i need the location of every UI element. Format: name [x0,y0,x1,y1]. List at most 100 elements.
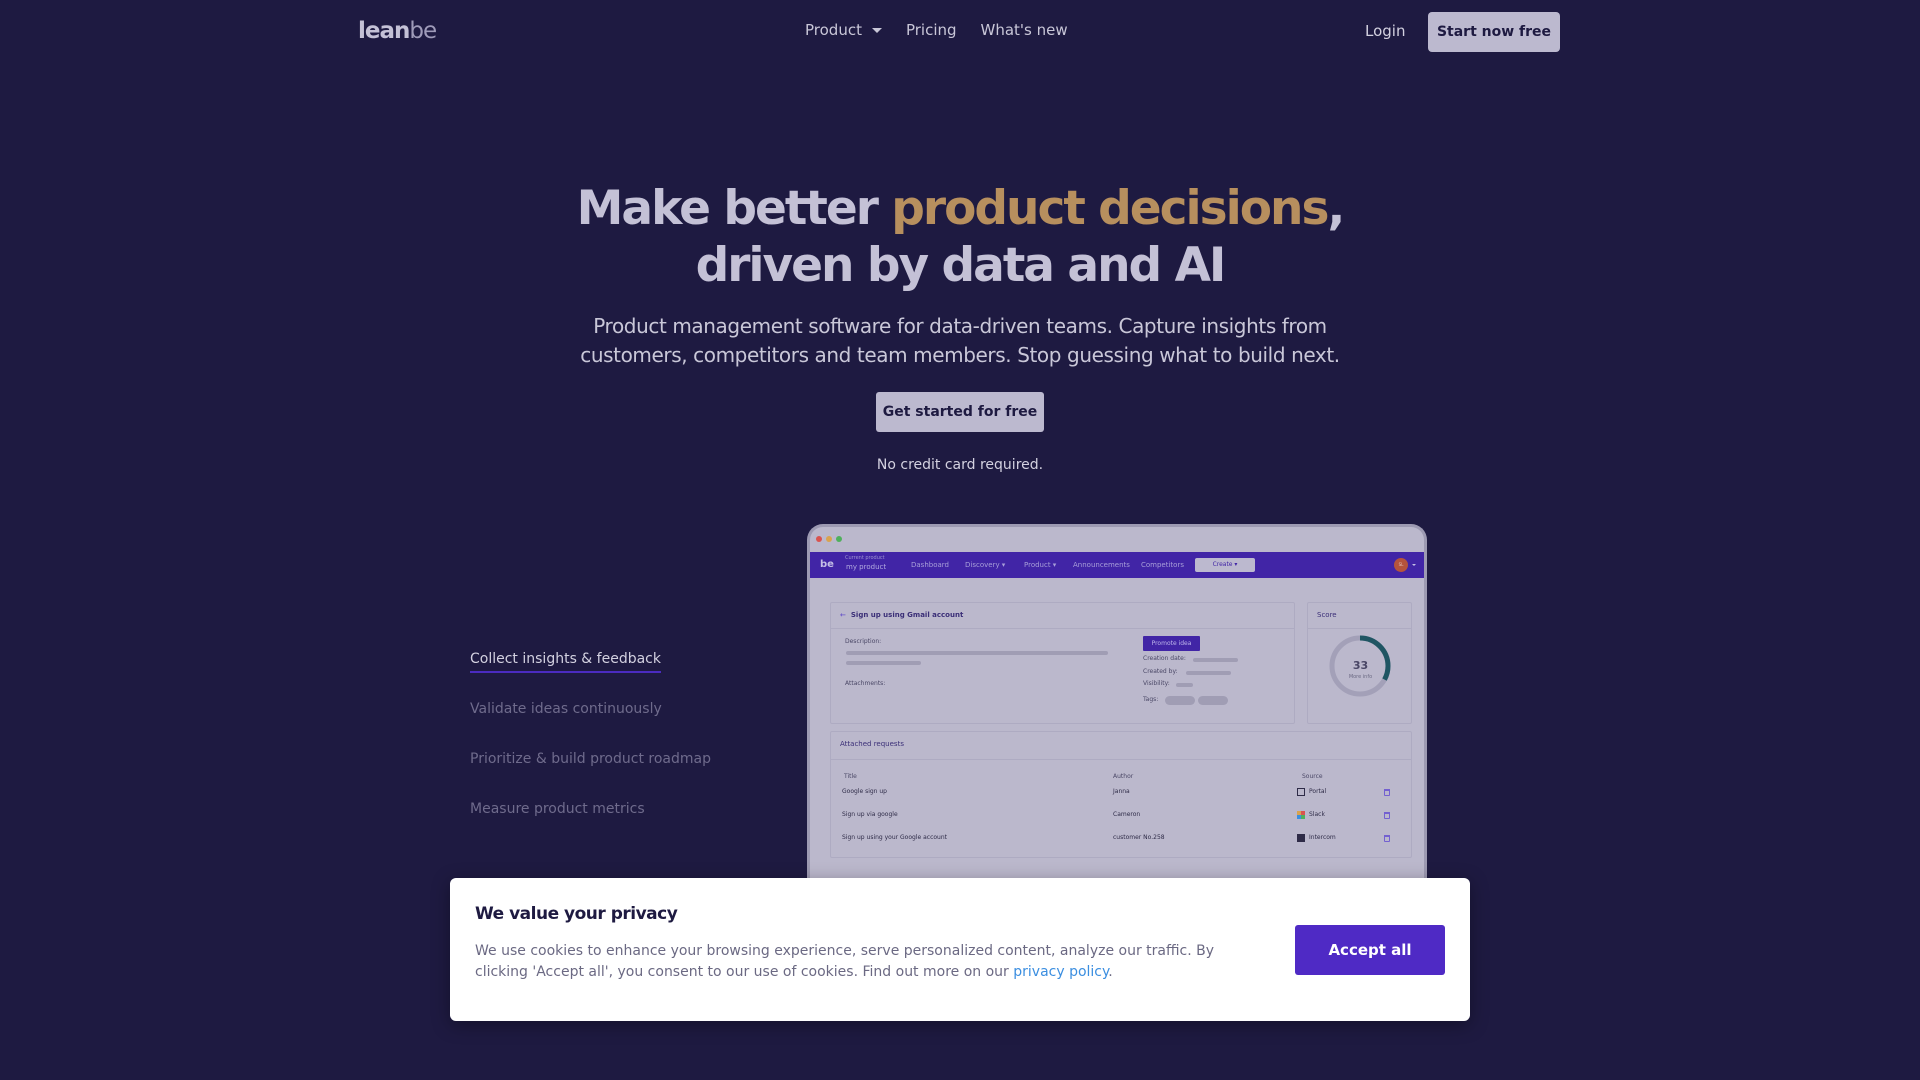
skeleton-line [1186,671,1231,675]
chevron-down-icon [871,27,882,33]
nav-pricing-label: Pricing [905,21,957,39]
leanbe-logo[interactable]: leanbe [358,18,437,44]
nav-whats-new-label: What's new [980,21,1068,39]
mock-promote-idea-button: Promote idea [1143,636,1200,651]
privacy-policy-link[interactable]: privacy policy [1013,964,1108,980]
tab-measure-metrics[interactable]: Measure product metrics [470,801,711,851]
mock-row-author: customer No.258 [1113,834,1165,841]
hero-title: Make better product decisions, driven by… [0,180,1920,294]
mock-score-card: Score 33 More info [1307,602,1412,724]
nav-whats-new[interactable]: What's new [981,21,1068,39]
chevron-down-icon [1412,564,1416,566]
mock-score-title: Score [1308,603,1411,629]
mock-description-label: Description: [845,638,882,645]
mock-menu-announcements: Announcements [1073,561,1130,569]
mock-row-source: Portal [1309,788,1327,795]
skeleton-line [1193,658,1238,662]
cookie-text: We use cookies to enhance your browsing … [475,941,1255,983]
skeleton-line [1176,683,1193,687]
mock-requests-card: Attached requests Title Author Source Go… [830,731,1412,858]
mock-app-logo: be [820,559,834,570]
skeleton-line [846,661,921,665]
nav-product[interactable]: Product [805,21,882,39]
window-controls [816,536,842,542]
back-arrow-icon: ← [840,611,846,619]
top-nav: leanbe Product Pricing What's new Login … [0,0,1920,64]
logo-text-accent: be [409,18,437,44]
logo-text-main: lean [358,18,410,44]
mock-created-by-label: Created by: [1143,668,1178,675]
accept-all-button[interactable]: Accept all [1295,925,1445,975]
mock-row-source: Slack [1309,811,1325,818]
mock-row-title: Google sign up [842,788,887,795]
mock-col-title: Title [844,773,857,780]
tab-prioritize-roadmap[interactable]: Prioritize & build product roadmap [470,751,711,801]
mock-requests-title: Attached requests [831,732,1411,760]
mock-current-product-value: my product [846,563,887,571]
hero-title-comma: , [1327,181,1345,236]
mock-row-title: Sign up via google [842,811,898,818]
tab-label: Validate ideas continuously [470,701,662,717]
skeleton-tag [1198,696,1228,705]
mock-row-author: Janna [1113,788,1130,795]
slack-icon [1297,811,1305,819]
product-screenshot-mock: be Current product my product Dashboard … [807,524,1427,884]
mock-visibility-label: Visibility: [1143,680,1170,687]
mock-app-navbar: be Current product my product Dashboard … [810,552,1424,578]
portal-icon [1297,788,1305,796]
cookie-text-end: . [1108,964,1113,980]
tab-label: Measure product metrics [470,801,645,817]
hero-subtitle-line1: Product management software for data-dri… [593,314,1327,338]
trash-icon [1384,789,1390,796]
tab-validate-ideas[interactable]: Validate ideas continuously [470,701,711,751]
mock-avatar: SL [1394,558,1408,572]
mock-col-author: Author [1113,773,1134,780]
cookie-banner: We value your privacy We use cookies to … [450,878,1470,1021]
minimize-dot-icon [826,536,832,542]
mock-menu-competitors: Competitors [1141,561,1184,569]
hero-subtitle: Product management software for data-dri… [0,312,1920,370]
mock-creation-date-label: Creation date: [1143,655,1186,662]
hero-title-line2: driven by data and AI [695,238,1227,293]
mock-menu-dashboard: Dashboard [911,561,949,569]
mock-tags-label: Tags: [1143,696,1159,703]
mock-score-value: 33 [1352,659,1369,672]
mock-idea-header: ← Sign up using Gmail account [831,603,1294,629]
cookie-text-line1: We use cookies to enhance your browsing … [475,943,1215,959]
no-credit-card-note: No credit card required. [876,457,1044,473]
skeleton-tag [1165,696,1195,705]
trash-icon [1384,812,1390,819]
hero-title-accent: product decisions [891,181,1329,236]
mock-attachments-label: Attachments: [845,680,886,687]
mock-idea-title: Sign up using Gmail account [850,611,964,619]
maximize-dot-icon [836,536,842,542]
hero-title-part1: Make better [576,181,892,236]
login-link[interactable]: Login [1365,22,1405,40]
hero-subtitle-line2: customers, competitors and team members.… [580,343,1340,367]
mock-current-product-label: Current product [845,555,885,561]
close-dot-icon [816,536,822,542]
cookie-text-line2: clicking 'Accept all', you consent to ou… [475,964,1014,980]
nav-pricing[interactable]: Pricing [906,21,957,39]
cookie-title: We value your privacy [475,904,678,924]
mock-idea-card: ← Sign up using Gmail account Description… [830,602,1295,724]
mock-row-title: Sign up using your Google account [842,834,947,841]
get-started-button[interactable]: Get started for free [876,392,1044,432]
mock-create-button: Create ▾ [1195,558,1255,572]
tab-label: Collect insights & feedback [470,651,661,673]
mock-row-author: Cameron [1113,811,1141,818]
tab-collect-insights[interactable]: Collect insights & feedback [470,651,711,701]
mock-menu-product: Product ▾ [1024,561,1057,569]
trash-icon [1384,835,1390,842]
mock-col-source: Source [1302,773,1323,780]
intercom-icon [1297,834,1305,842]
start-now-free-button[interactable]: Start now free [1428,12,1560,52]
mock-menu-discovery: Discovery ▾ [965,561,1006,569]
nav-product-label: Product [805,21,862,39]
feature-tabs: Collect insights & feedback Validate ide… [470,651,711,851]
tab-label: Prioritize & build product roadmap [470,751,711,767]
mock-row-source: Intercom [1309,834,1336,841]
mock-score-more-info: More info [1348,674,1373,680]
skeleton-line [846,651,1108,655]
nav-links: Product Pricing What's new [805,21,1092,39]
